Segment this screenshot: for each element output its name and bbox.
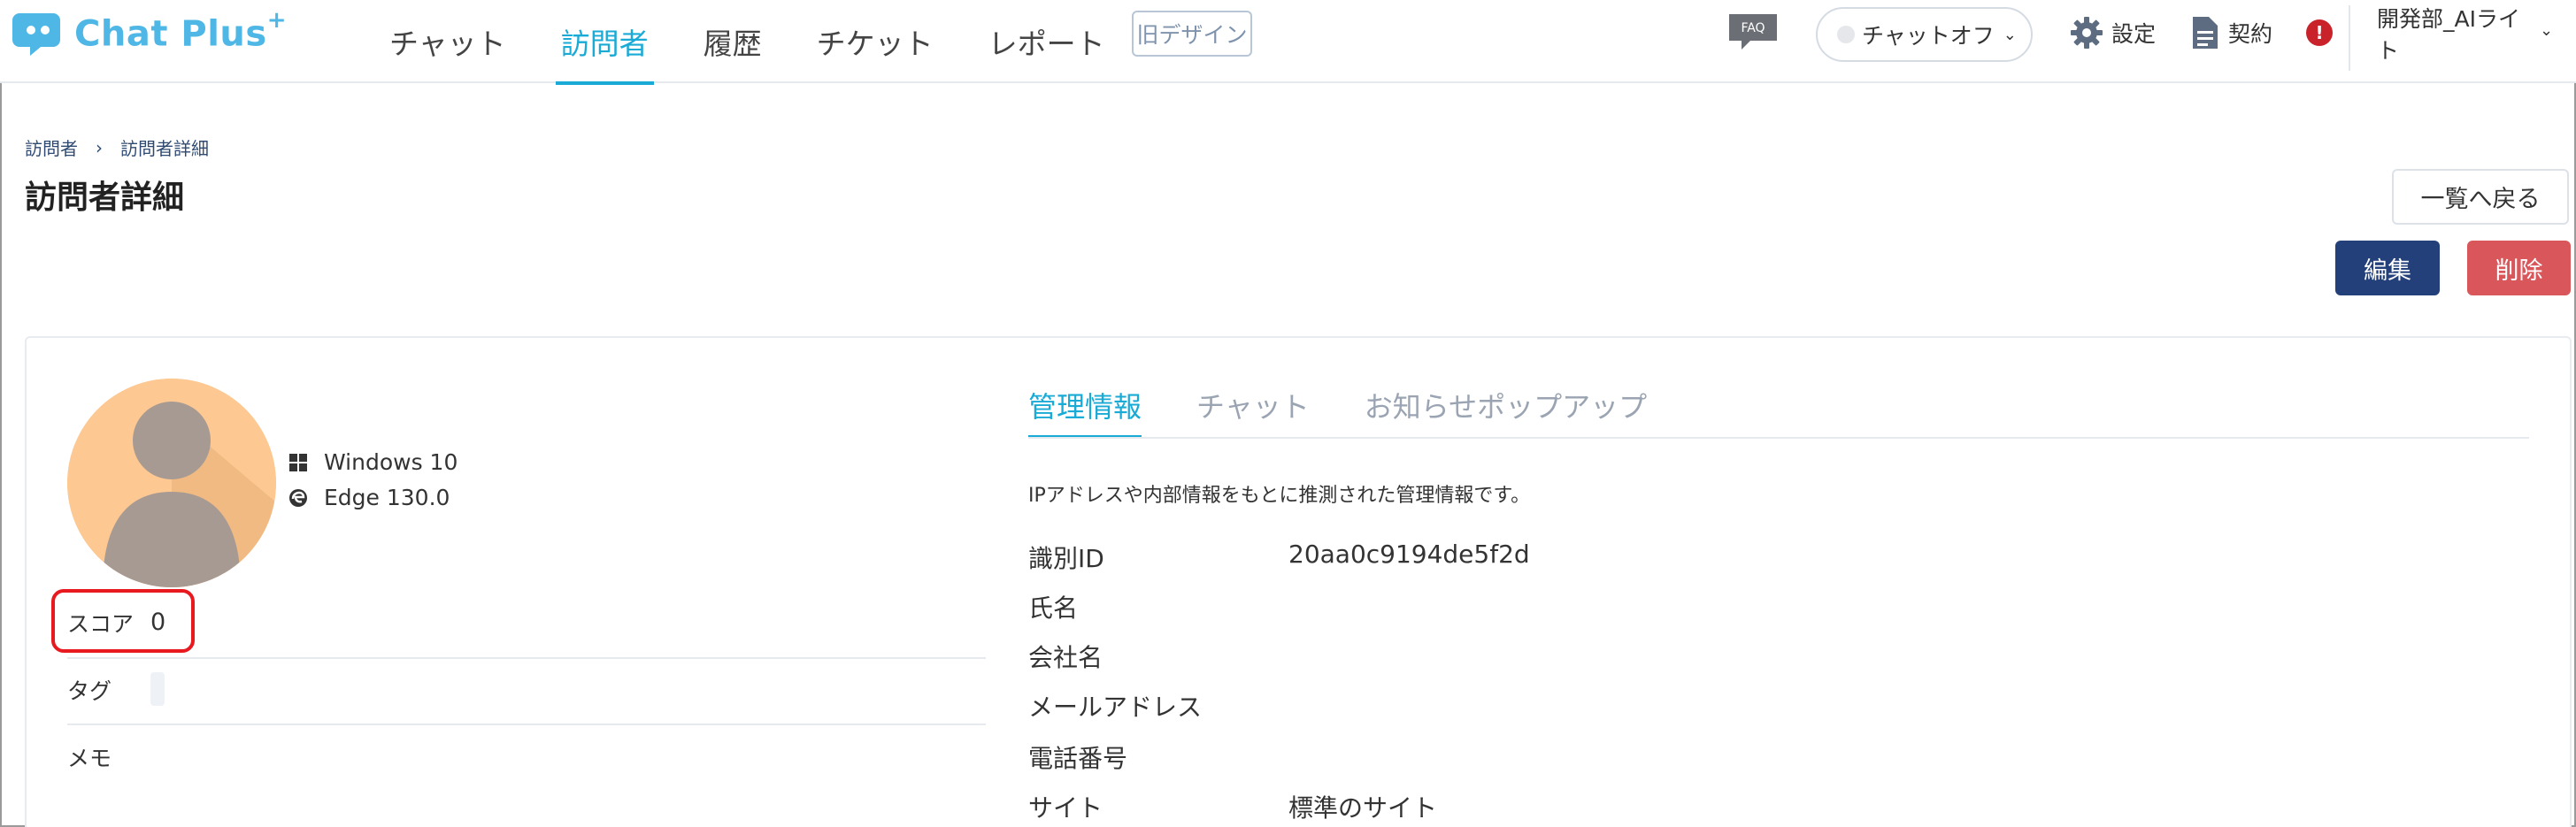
nav-item-reports[interactable]: レポート bbox=[983, 0, 1111, 83]
avatar bbox=[67, 379, 276, 587]
breadcrumb: 訪問者 › 訪問者詳細 bbox=[25, 134, 209, 160]
score-label: スコア bbox=[67, 611, 135, 637]
app-logo[interactable]: Chat Plus+ bbox=[12, 5, 287, 62]
account-name-line2: ト bbox=[2377, 38, 2400, 64]
breadcrumb-separator: › bbox=[96, 136, 103, 158]
faq-icon: FAQ bbox=[1729, 14, 1777, 50]
contract-label: 契約 bbox=[2228, 21, 2273, 47]
nav-item-visitors[interactable]: 訪問者 bbox=[555, 0, 654, 85]
settings-label: 設定 bbox=[2111, 21, 2157, 47]
info-value-id: 20aa0c9194de5f2d bbox=[1288, 540, 1530, 569]
tabs-divider bbox=[1028, 437, 2529, 439]
info-label-name: 氏名 bbox=[1028, 593, 1079, 623]
tag-label: タグ bbox=[67, 678, 112, 704]
faq-button[interactable]: FAQ bbox=[1727, 12, 1779, 51]
old-design-button[interactable]: 旧デザイン bbox=[1132, 11, 1252, 57]
windows-icon bbox=[289, 453, 307, 471]
gear-icon bbox=[2071, 17, 2103, 49]
settings-button[interactable]: 設定 bbox=[2069, 12, 2156, 53]
info-label-company: 会社名 bbox=[1028, 643, 1103, 672]
nav-item-tickets[interactable]: チケット bbox=[811, 0, 939, 83]
account-name-line1: 開発部_AIライ bbox=[2377, 6, 2520, 32]
alert-icon[interactable]: ! bbox=[2306, 19, 2333, 46]
tab-chat[interactable]: チャット bbox=[1196, 371, 1310, 439]
svg-text:FAQ: FAQ bbox=[1741, 21, 1765, 35]
divider bbox=[67, 657, 986, 659]
delete-button[interactable]: 削除 bbox=[2467, 241, 2571, 295]
browser-info: Edge 130.0 bbox=[288, 485, 450, 510]
info-label-phone: 電話番号 bbox=[1028, 744, 1128, 773]
nav-item-history[interactable]: 履歴 bbox=[698, 0, 767, 83]
os-info: Windows 10 bbox=[288, 449, 458, 475]
main-nav: チャット 訪問者 履歴 チケット レポート bbox=[384, 0, 1155, 85]
page-title: 訪問者詳細 bbox=[25, 180, 185, 216]
info-label-id: 識別ID bbox=[1028, 544, 1104, 573]
edge-browser-icon bbox=[289, 488, 307, 507]
chat-status-label: チャットオフ bbox=[1862, 23, 1995, 49]
breadcrumb-visitors-link[interactable]: 訪問者 bbox=[25, 134, 78, 160]
chevron-down-icon: ⌄ bbox=[2003, 25, 2017, 44]
top-navigation-bar: Chat Plus+ チャット 訪問者 履歴 チケット レポート 旧デザイン F… bbox=[0, 0, 2576, 85]
user-silhouette-icon bbox=[67, 379, 276, 587]
account-menu[interactable]: 開発部_AIライ ト bbox=[2377, 4, 2536, 67]
detail-tabs: 管理情報 チャット お知らせポップアップ bbox=[1028, 371, 1702, 439]
chat-plus-logo-icon bbox=[12, 13, 60, 56]
info-label-site: サイト bbox=[1028, 793, 1103, 823]
contract-button[interactable]: 契約 bbox=[2191, 12, 2272, 53]
divider bbox=[67, 724, 986, 725]
breadcrumb-current: 訪問者詳細 bbox=[120, 138, 209, 159]
status-dot-icon bbox=[1837, 26, 1855, 43]
back-to-list-button[interactable]: 一覧へ戻る bbox=[2392, 169, 2569, 225]
tag-input[interactable] bbox=[150, 672, 165, 706]
logo-text: Chat Plus+ bbox=[74, 7, 287, 55]
management-info-note: IPアドレスや内部情報をもとに推測された管理情報です。 bbox=[1028, 485, 1531, 507]
tab-management-info[interactable]: 管理情報 bbox=[1028, 371, 1142, 439]
info-value-site: 標準のサイト bbox=[1288, 793, 1438, 823]
chevron-down-icon[interactable]: ⌄ bbox=[2540, 21, 2553, 40]
edit-button[interactable]: 編集 bbox=[2335, 241, 2440, 295]
tab-notification-popup[interactable]: お知らせポップアップ bbox=[1365, 371, 1647, 439]
chat-status-toggle[interactable]: チャットオフ ⌄ bbox=[1816, 7, 2033, 62]
document-icon bbox=[2193, 17, 2218, 49]
nav-item-chat[interactable]: チャット bbox=[384, 0, 511, 83]
score-value: 0 bbox=[150, 609, 166, 636]
browser-label: Edge 130.0 bbox=[324, 485, 450, 510]
os-label: Windows 10 bbox=[324, 449, 458, 475]
divider bbox=[2349, 5, 2350, 71]
info-label-email: メールアドレス bbox=[1028, 693, 1203, 722]
memo-label: メモ bbox=[67, 746, 112, 771]
